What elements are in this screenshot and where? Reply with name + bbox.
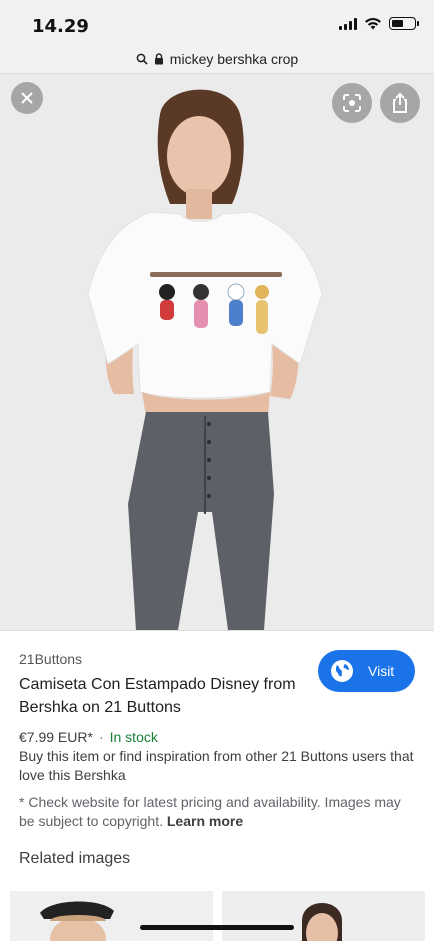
lens-icon (343, 94, 361, 112)
model-photo (0, 74, 434, 630)
source-name[interactable]: 21Buttons (19, 651, 82, 667)
lens-button[interactable] (332, 83, 372, 123)
price-row: €7.99 EUR* · In stock (19, 729, 158, 745)
result-title[interactable]: Camiseta Con Estampado Disney from Bersh… (19, 673, 299, 719)
learn-more-link[interactable]: Learn more (167, 813, 243, 829)
address-bar[interactable]: mickey bershka crop (0, 44, 434, 74)
visit-button[interactable]: Visit (318, 650, 415, 692)
related-images-heading: Related images (19, 850, 131, 867)
lock-icon (154, 52, 163, 64)
signal-icon (339, 17, 357, 30)
battery-icon (389, 17, 419, 30)
status-time: 14.29 (32, 16, 89, 37)
close-button[interactable] (11, 82, 43, 114)
related-photo (222, 891, 425, 941)
stock-status: In stock (109, 729, 158, 745)
close-icon (21, 92, 33, 104)
home-indicator[interactable] (140, 925, 294, 930)
separator: · (98, 729, 104, 745)
share-button[interactable] (380, 83, 420, 123)
product-image[interactable] (0, 74, 434, 630)
price: €7.99 EUR* (19, 729, 93, 745)
result-description: Buy this item or find inspiration from o… (19, 748, 414, 783)
wifi-icon (365, 18, 381, 30)
related-image-thumbnail[interactable] (222, 891, 425, 941)
related-image-thumbnail[interactable] (10, 891, 213, 941)
result-info-panel: 21Buttons Camiseta Con Estampado Disney … (0, 630, 434, 941)
address-text: mickey bershka crop (169, 50, 299, 67)
visit-label: Visit (368, 663, 395, 679)
search-icon (136, 53, 148, 65)
disclaimer: * Check website for latest pricing and a… (19, 793, 419, 831)
status-bar: 14.29 (0, 0, 434, 44)
share-icon (393, 92, 407, 113)
globe-icon (331, 660, 353, 682)
status-icons (339, 17, 419, 30)
related-photo (10, 891, 213, 941)
